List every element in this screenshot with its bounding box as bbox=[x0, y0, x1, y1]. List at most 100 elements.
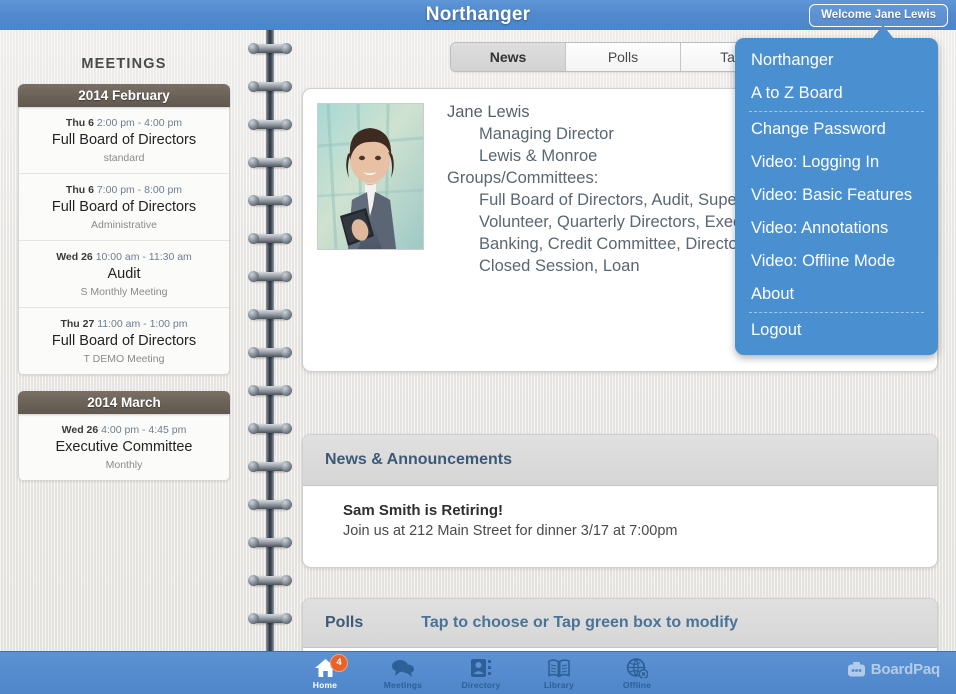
spiral-ring bbox=[248, 309, 292, 320]
meeting-list: Wed 26 4:00 pm - 4:45 pm Executive Commit… bbox=[18, 414, 230, 481]
meetings-heading: MEETINGS bbox=[81, 56, 167, 72]
spiral-ring bbox=[248, 575, 292, 586]
meeting-time: 10:00 am - 11:30 am bbox=[95, 251, 192, 263]
meeting-list: Thu 6 2:00 pm - 4:00 pm Full Board of Dir… bbox=[18, 107, 230, 375]
spiral-ring bbox=[248, 81, 292, 92]
brand-name: BoardPaq bbox=[870, 661, 940, 678]
news-item-title: Sam Smith is Retiring! bbox=[343, 502, 504, 519]
chat-bubbles-icon bbox=[391, 657, 415, 679]
meeting-datetime: Thu 27 11:00 am - 1:00 pm bbox=[25, 317, 223, 331]
spiral-ring bbox=[248, 537, 292, 548]
meeting-row[interactable]: Wed 26 10:00 am - 11:30 am Audit S Monthly… bbox=[19, 241, 229, 308]
top-header-bar: Northanger Welcome Jane Lewis bbox=[0, 0, 956, 30]
month-group: 2014 March Wed 26 4:00 pm - 4:45 pm Execut… bbox=[18, 391, 230, 481]
open-book-icon bbox=[547, 657, 571, 679]
dropdown-separator bbox=[749, 312, 924, 313]
nav-label-meetings: Meetings bbox=[383, 679, 423, 690]
dropdown-item-northanger[interactable]: Northanger bbox=[735, 44, 938, 77]
meeting-time: 7:00 pm - 8:00 pm bbox=[96, 184, 183, 196]
spiral-ring bbox=[248, 195, 292, 206]
nav-label-home: Home bbox=[312, 679, 338, 690]
meeting-subtitle: standard bbox=[103, 152, 145, 164]
news-item-text: Join us at 212 Main Street for dinner 3/… bbox=[343, 523, 678, 539]
dropdown-item-about[interactable]: About bbox=[735, 278, 938, 311]
spiral-ring bbox=[248, 385, 292, 396]
spiral-ring bbox=[248, 461, 292, 472]
nav-items: 4 Home Meetings Directory Library Offlin… bbox=[286, 652, 676, 694]
spiral-ring bbox=[248, 271, 292, 282]
meeting-datetime: Thu 6 7:00 pm - 8:00 pm bbox=[25, 183, 223, 197]
meeting-day: Thu 27 bbox=[60, 318, 95, 330]
meeting-row[interactable]: Wed 26 4:00 pm - 4:45 pm Executive Commit… bbox=[19, 414, 229, 480]
nav-label-library: Library bbox=[543, 679, 575, 690]
tab-news[interactable]: News bbox=[451, 43, 566, 71]
meeting-title: Full Board of Directors bbox=[51, 199, 197, 215]
meeting-time: 2:00 pm - 4:00 pm bbox=[96, 117, 183, 129]
meeting-subtitle: T DEMO Meeting bbox=[83, 353, 165, 365]
meetings-sidebar: MEETINGS 2014 February Thu 6 2:00 pm - 4:… bbox=[0, 30, 248, 652]
nav-label-directory: Directory bbox=[461, 679, 501, 690]
brand-logo: BoardPaq bbox=[847, 661, 940, 678]
meeting-subtitle: S Monthly Meeting bbox=[80, 286, 168, 298]
meeting-day: Wed 26 bbox=[61, 424, 99, 436]
meeting-title: Executive Committee bbox=[55, 439, 193, 455]
dropdown-item-video-offline-mode[interactable]: Video: Offline Mode bbox=[735, 245, 938, 278]
spiral-ring bbox=[248, 423, 292, 434]
month-header: 2014 March bbox=[18, 391, 230, 414]
month-group-list: 2014 February Thu 6 2:00 pm - 4:00 pm Full… bbox=[0, 84, 248, 481]
news-body[interactable]: Sam Smith is Retiring! Join us at 212 Ma… bbox=[303, 486, 937, 542]
spiral-ring bbox=[248, 499, 292, 510]
meeting-title: Audit bbox=[107, 266, 141, 282]
spiral-ring bbox=[248, 233, 292, 244]
meeting-title: Full Board of Directors bbox=[51, 333, 197, 349]
dropdown-item-video-annotations[interactable]: Video: Annotations bbox=[735, 212, 938, 245]
nav-item-directory[interactable]: Directory bbox=[442, 652, 520, 694]
home-badge: 4 bbox=[330, 654, 348, 672]
month-group: 2014 February Thu 6 2:00 pm - 4:00 pm Full… bbox=[18, 84, 230, 375]
dropdown-item-change-password[interactable]: Change Password bbox=[735, 113, 938, 146]
meeting-datetime: Wed 26 4:00 pm - 4:45 pm bbox=[25, 423, 223, 437]
meeting-title: Full Board of Directors bbox=[51, 132, 197, 148]
account-dropdown-menu: Northanger A to Z Board Change Password Vid… bbox=[735, 38, 938, 355]
meeting-time: 4:00 pm - 4:45 pm bbox=[101, 424, 187, 436]
polls-label: Polls bbox=[325, 614, 364, 631]
month-header: 2014 February bbox=[18, 84, 230, 107]
meeting-day: Thu 6 bbox=[65, 117, 94, 129]
nav-item-home[interactable]: 4 Home bbox=[286, 652, 364, 694]
bottom-navigation-bar: 4 Home Meetings Directory Library Offlin… bbox=[0, 651, 956, 694]
spiral-ring bbox=[248, 43, 292, 54]
nav-item-offline[interactable]: Offline bbox=[598, 652, 676, 694]
polls-card: Polls Tap to choose or Tap green box to … bbox=[302, 598, 938, 652]
dropdown-item-video-basic-features[interactable]: Video: Basic Features bbox=[735, 179, 938, 212]
spiral-ring bbox=[248, 119, 292, 130]
briefcase-icon bbox=[847, 662, 865, 677]
nav-item-meetings[interactable]: Meetings bbox=[364, 652, 442, 694]
dropdown-item-logout[interactable]: Logout bbox=[735, 314, 938, 347]
meeting-datetime: Thu 6 2:00 pm - 4:00 pm bbox=[25, 116, 223, 130]
nav-label-offline: Offline bbox=[622, 679, 652, 690]
spiral-ring bbox=[248, 613, 292, 624]
contact-card-icon bbox=[470, 657, 492, 679]
meeting-day: Wed 26 bbox=[56, 251, 93, 263]
meeting-subtitle: Monthly bbox=[105, 459, 143, 471]
globe-offline-icon bbox=[626, 657, 648, 679]
avatar-portrait bbox=[318, 104, 423, 249]
meeting-day: Thu 6 bbox=[65, 184, 94, 196]
nav-item-library[interactable]: Library bbox=[520, 652, 598, 694]
meeting-row[interactable]: Thu 27 11:00 am - 1:00 pm Full Board of D… bbox=[19, 308, 229, 374]
dropdown-separator bbox=[749, 111, 924, 112]
polls-hint: Tap to choose or Tap green box to modify bbox=[421, 614, 738, 631]
welcome-user-button[interactable]: Welcome Jane Lewis bbox=[809, 4, 948, 27]
tab-polls[interactable]: Polls bbox=[566, 43, 681, 71]
spiral-ring bbox=[248, 157, 292, 168]
meeting-row[interactable]: Thu 6 2:00 pm - 4:00 pm Full Board of Dir… bbox=[19, 107, 229, 174]
news-header: News & Announcements bbox=[303, 435, 937, 486]
meeting-time: 11:00 am - 1:00 pm bbox=[97, 318, 188, 330]
app-root: Northanger Welcome Jane Lewis MEETINGS 2… bbox=[0, 0, 956, 694]
avatar bbox=[317, 103, 424, 250]
dropdown-arrow-icon bbox=[872, 25, 894, 39]
meeting-row[interactable]: Thu 6 7:00 pm - 8:00 pm Full Board of Dir… bbox=[19, 174, 229, 241]
dropdown-item-video-logging-in[interactable]: Video: Logging In bbox=[735, 146, 938, 179]
dropdown-item-a-to-z-board[interactable]: A to Z Board bbox=[735, 77, 938, 110]
polls-header: Polls Tap to choose or Tap green box to … bbox=[303, 599, 937, 648]
